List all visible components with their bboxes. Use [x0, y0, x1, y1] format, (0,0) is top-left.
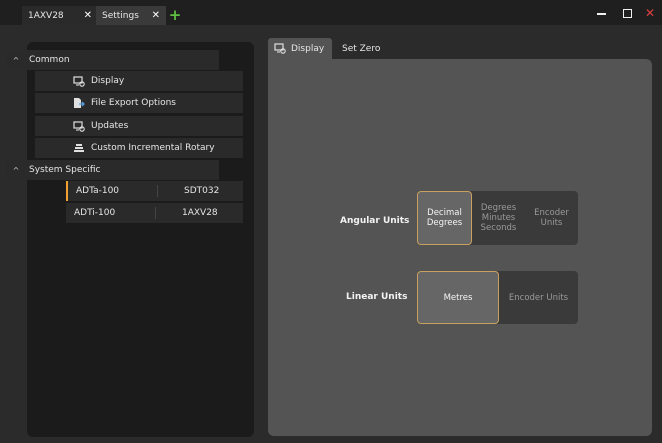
tree-item-label: Custom Incremental Rotary [91, 143, 215, 153]
device-serial: SDT032 [184, 186, 220, 196]
tree-group-label: System Specific [29, 165, 101, 175]
tree-item-label: Display [91, 76, 125, 86]
option-label: Metres [443, 292, 473, 303]
tree-item-display[interactable]: Display [35, 71, 243, 91]
tab-label: Set Zero [342, 43, 381, 54]
column-divider [155, 207, 156, 219]
angular-option-dms[interactable]: Degrees Minutes Seconds [472, 191, 525, 245]
tree-item-custom-rotary[interactable]: Custom Incremental Rotary [35, 138, 243, 158]
device-serial: 1AXV28 [182, 208, 218, 218]
display-settings-icon [274, 43, 286, 54]
option-label: Encoder Units [508, 292, 569, 303]
tree-item-label: File Export Options [91, 98, 176, 108]
device-row-adta-100[interactable]: ADTa-100 SDT032 [66, 181, 243, 201]
option-label: Decimal Degrees [426, 208, 463, 228]
tab-display[interactable]: Display [268, 38, 332, 59]
display-settings-icon [73, 75, 85, 87]
close-icon[interactable]: ✕ [84, 10, 92, 21]
linear-option-encoder-units[interactable]: Encoder Units [499, 271, 578, 324]
linear-option-metres[interactable]: Metres [417, 271, 499, 324]
maximize-button[interactable] [618, 4, 636, 22]
option-label: Encoder Units [534, 208, 569, 228]
device-name: ADTa-100 [76, 186, 120, 196]
linear-units-selector: Metres Encoder Units [417, 271, 578, 324]
tab-label: Display [291, 43, 325, 54]
collapse-caret-icon[interactable]: ^ [9, 166, 23, 175]
file-export-icon [73, 97, 85, 109]
display-settings-panel [268, 59, 652, 436]
tab-set-zero[interactable]: Set Zero [336, 38, 392, 59]
maximize-icon [622, 8, 632, 18]
angular-option-decimal-degrees[interactable]: Decimal Degrees [417, 191, 472, 245]
minimize-icon [596, 13, 606, 15]
tab-label: 1AXV28 [28, 10, 64, 21]
angular-units-label: Angular Units [340, 216, 410, 226]
close-window-button[interactable]: ✕ [641, 4, 659, 22]
column-divider [157, 185, 158, 197]
tree-group-system-specific[interactable]: ^ System Specific [6, 160, 219, 180]
tree-item-updates[interactable]: Updates [35, 116, 243, 136]
add-tab-icon[interactable]: + [168, 7, 182, 23]
angular-units-selector: Decimal Degrees Degrees Minutes Seconds … [417, 191, 578, 245]
rotary-icon [73, 143, 85, 154]
tab-label: Settings [102, 10, 139, 21]
device-name: ADTi-100 [74, 208, 116, 218]
tree-group-label: Common [29, 55, 70, 65]
option-label: Degrees Minutes Seconds [480, 203, 517, 233]
device-row-adti-100[interactable]: ADTi-100 1AXV28 [66, 203, 243, 223]
tab-1axv28[interactable]: 1AXV28 ✕ [22, 6, 98, 25]
close-icon[interactable]: ✕ [152, 10, 160, 21]
tab-settings[interactable]: Settings ✕ [96, 6, 166, 25]
linear-units-label: Linear Units [346, 292, 408, 302]
tree-item-label: Updates [91, 121, 129, 131]
collapse-caret-icon[interactable]: ^ [9, 56, 23, 65]
tree-group-common[interactable]: ^ Common [6, 50, 219, 70]
minimize-button[interactable] [592, 4, 610, 22]
tree-item-file-export[interactable]: File Export Options [35, 93, 243, 113]
updates-icon [73, 120, 85, 132]
angular-option-encoder-units[interactable]: Encoder Units [525, 191, 578, 245]
